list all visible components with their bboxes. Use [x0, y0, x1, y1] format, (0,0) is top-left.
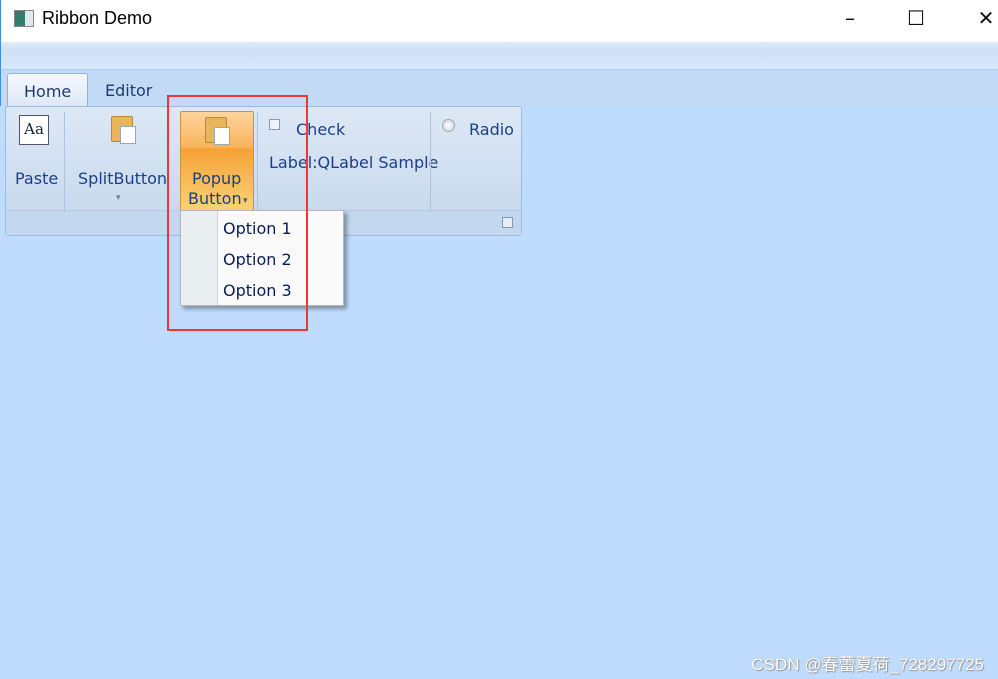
highlight-annotation-box [167, 95, 308, 331]
app-icon [14, 10, 34, 27]
chevron-down-icon: ▾ [116, 193, 121, 203]
paste-button[interactable]: Aa Paste [6, 107, 64, 211]
split-button[interactable]: SplitButton ▾ [68, 107, 173, 211]
radio-label[interactable]: Radio [469, 120, 514, 139]
maximize-button[interactable]: ☐ [901, 6, 931, 34]
paste-label: Paste [15, 169, 59, 188]
split-button-label: SplitButton [78, 169, 168, 188]
ribbon-tab-bar: Home Editor [0, 70, 998, 106]
dialog-launcher-icon[interactable] [502, 217, 513, 228]
radio-button[interactable] [442, 119, 455, 132]
tab-home[interactable]: Home [7, 73, 89, 106]
watermark: CSDN @春蕾夏荷_728297725 [751, 655, 984, 674]
font-icon: Aa [19, 115, 49, 145]
separator [64, 112, 65, 212]
window-title: Ribbon Demo [42, 8, 153, 28]
clipboard-icon [111, 116, 136, 144]
tab-editor[interactable]: Editor [89, 73, 168, 106]
title-bar: Ribbon Demo – ☐ ✕ [0, 0, 998, 42]
quick-access-strip [0, 42, 998, 70]
minimize-button[interactable]: – [835, 6, 865, 34]
separator [430, 112, 431, 212]
close-button[interactable]: ✕ [971, 6, 998, 34]
